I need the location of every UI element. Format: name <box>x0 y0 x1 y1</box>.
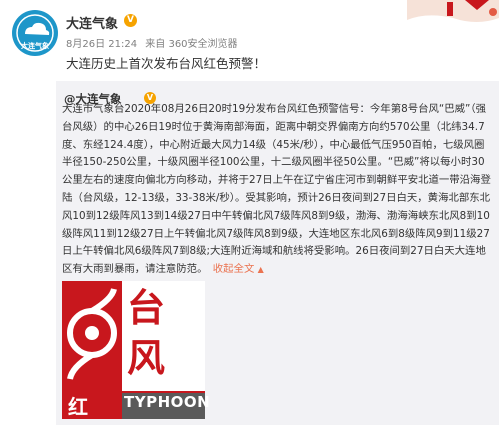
avatar[interactable]: 大连气象 <box>12 10 58 56</box>
quoted-body: 大连市气象台2020年08月26日20时19分发布台风红色预警信号：今年第8号台… <box>62 101 492 279</box>
quoted-text: 大连市气象台2020年08月26日20时19分发布台风红色预警信号：今年第8号台… <box>62 103 491 276</box>
collapse-label: 收起全文 <box>212 263 255 276</box>
avatar-label: 大连气象 <box>21 42 49 50</box>
verified-badge-icon: V <box>124 14 137 27</box>
post-date[interactable]: 8月26日 21:24 <box>66 39 137 50</box>
account-name[interactable]: 大连气象 <box>66 13 118 32</box>
decoration-banner-icon <box>407 0 499 22</box>
typhoon-warning-image[interactable]: 台 风 红 TYPHOON <box>62 281 210 419</box>
typhoon-symbol-icon <box>67 288 117 380</box>
warning-level: 红 <box>68 395 88 419</box>
quoted-post: @大连气象 V 大连市气象台2020年08月26日20时19分发布台风红色预警信… <box>56 81 499 425</box>
collapse-link[interactable]: 收起全文 ▲ <box>213 263 264 275</box>
chevron-up-icon: ▲ <box>257 265 264 275</box>
warning-char-bottom: 风 <box>127 336 166 380</box>
post-header: 大连气象 大连气象 V 8月26日 21:24 来自 360安全浏览器 大连历史… <box>0 0 499 80</box>
warning-char-top: 台 <box>127 286 166 330</box>
post-text: 大连历史上首次发布台风红色预警！ <box>66 56 267 71</box>
warning-label: TYPHOON <box>124 393 211 411</box>
post-source: 来自 360安全浏览器 <box>145 39 238 50</box>
post-meta: 8月26日 21:24 来自 360安全浏览器 <box>66 35 243 50</box>
warning-characters: 台 风 <box>127 283 165 383</box>
